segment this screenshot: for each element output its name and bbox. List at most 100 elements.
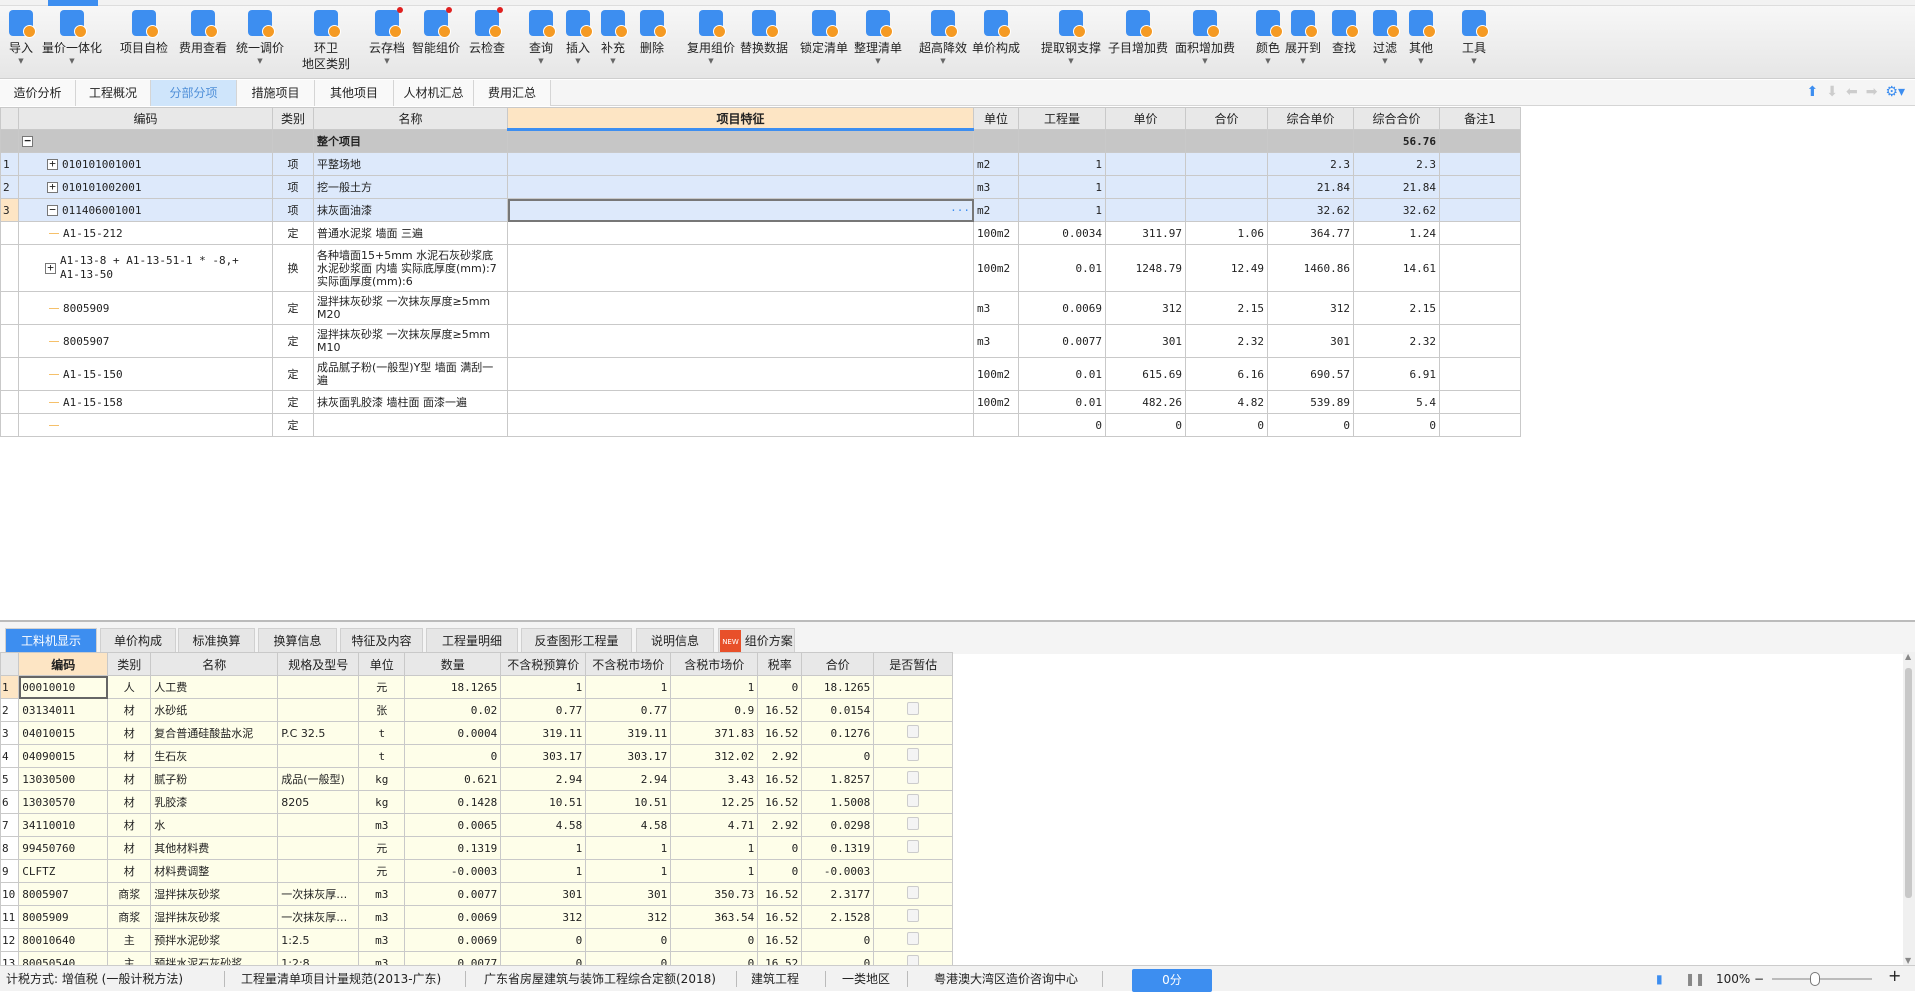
- code-cell[interactable]: 8005907: [18, 324, 273, 358]
- cell[interactable]: 0: [757, 836, 803, 860]
- cprice-cell[interactable]: 2.3: [1267, 152, 1354, 176]
- toolbar-button[interactable]: 项目自检: [120, 10, 168, 56]
- toolbar-button[interactable]: 子目增加费: [1108, 10, 1168, 56]
- cell[interactable]: 湿拌抹灰砂浆: [150, 882, 279, 906]
- cell[interactable]: m3: [358, 928, 406, 952]
- cell[interactable]: 商浆: [107, 905, 152, 929]
- cell[interactable]: 湿拌抹灰砂浆: [150, 905, 279, 929]
- feature-cell[interactable]: [507, 221, 974, 245]
- cell[interactable]: 350.73: [670, 882, 759, 906]
- name-cell[interactable]: [313, 413, 508, 437]
- cell[interactable]: 4.58: [585, 813, 672, 837]
- remark-cell[interactable]: [1439, 390, 1521, 414]
- cell[interactable]: 1:2.5: [277, 928, 360, 952]
- toolbar-button[interactable]: 查询 ▼: [528, 10, 556, 66]
- cell[interactable]: 其他材料费: [150, 836, 279, 860]
- cprice-cell[interactable]: 0: [1267, 413, 1354, 437]
- cell[interactable]: 319.11: [500, 721, 587, 745]
- score-button[interactable]: 0分: [1132, 969, 1212, 992]
- cell[interactable]: 04010015: [18, 721, 109, 745]
- ctotal-cell[interactable]: 32.62: [1353, 198, 1440, 222]
- cell[interactable]: 材: [107, 859, 152, 883]
- toolbar-button[interactable]: 整理清单 ▼: [854, 10, 902, 66]
- cell[interactable]: 1: [670, 836, 759, 860]
- column-header[interactable]: 类别: [107, 652, 152, 676]
- table-row[interactable]: A1-15-158 定抹灰面乳胶漆 墙柱面 面漆一遍 100m2 0.01 482.26…: [0, 390, 1521, 414]
- unit-cell[interactable]: [973, 413, 1019, 437]
- cell[interactable]: 乳胶漆: [150, 790, 279, 814]
- code-cell[interactable]: [18, 413, 273, 437]
- cell[interactable]: 34110010: [18, 813, 109, 837]
- provisional-cell[interactable]: [873, 675, 954, 699]
- cell[interactable]: 0.77: [585, 698, 672, 722]
- cell[interactable]: 预拌水泥砂浆: [150, 928, 279, 952]
- move-down-icon[interactable]: ⬇: [1826, 84, 1838, 100]
- name-cell[interactable]: 湿拌抹灰砂浆 一次抹灰厚度≥5mm M10: [313, 324, 508, 358]
- cell[interactable]: 4.71: [670, 813, 759, 837]
- cell[interactable]: 0: [585, 928, 672, 952]
- column-header[interactable]: 名称: [150, 652, 279, 676]
- ctotal-cell[interactable]: 2.32: [1353, 324, 1440, 358]
- detail-tab-8[interactable]: NEW 组价方案: [718, 628, 795, 654]
- project-type[interactable]: 建筑工程: [751, 971, 799, 987]
- ctotal-cell[interactable]: 56.76: [1353, 129, 1440, 153]
- cell[interactable]: 16.52: [757, 905, 803, 929]
- qty-cell[interactable]: [1018, 129, 1106, 153]
- cell[interactable]: 16.52: [757, 790, 803, 814]
- cell[interactable]: 1: [500, 859, 587, 883]
- remark-cell[interactable]: [1439, 357, 1521, 391]
- zoom-out-icon[interactable]: −: [1754, 971, 1764, 987]
- kind-cell[interactable]: 定: [272, 324, 314, 358]
- table-row[interactable]: 9 CLFTZ 材材料费调整元 -0.0003 1 1 1 0 -0.0003: [0, 859, 954, 883]
- total-cell[interactable]: [1185, 175, 1268, 199]
- cell[interactable]: 2.94: [585, 767, 672, 791]
- ctotal-cell[interactable]: 2.15: [1353, 291, 1440, 325]
- column-header[interactable]: 编码: [18, 107, 273, 130]
- cell[interactable]: 0.1319: [801, 836, 875, 860]
- cell[interactable]: 16.52: [757, 698, 803, 722]
- cell[interactable]: 312: [500, 905, 587, 929]
- cell[interactable]: 0.0065: [404, 813, 502, 837]
- provisional-checkbox[interactable]: [907, 909, 920, 922]
- toolbar-button[interactable]: 面积增加费 ▼: [1175, 10, 1235, 66]
- provisional-checkbox[interactable]: [907, 794, 920, 807]
- code-cell[interactable]: A1-15-158: [18, 390, 273, 414]
- toolbar-button[interactable]: 云检查: [469, 7, 505, 56]
- table-row[interactable]: 3−011406001001 项抹灰面油漆 ··· m2 1 32.62 32.62: [0, 198, 1521, 222]
- cell[interactable]: [277, 836, 360, 860]
- table-row[interactable]: 定00000: [0, 413, 1521, 437]
- cell[interactable]: 16.52: [757, 721, 803, 745]
- toolbar-button[interactable]: 量价一体化 ▼: [42, 10, 102, 66]
- cell[interactable]: 1: [585, 836, 672, 860]
- price-cell[interactable]: 615.69: [1105, 357, 1186, 391]
- cell[interactable]: 2.92: [757, 744, 803, 768]
- dropdown-arrow-icon[interactable]: ▼: [538, 56, 543, 66]
- provisional-cell[interactable]: [873, 767, 954, 791]
- tab-4[interactable]: 其他项目: [315, 80, 394, 106]
- cell[interactable]: 80010640: [18, 928, 109, 952]
- column-settings-icon[interactable]: ⚙▾: [1885, 84, 1905, 100]
- remark-cell[interactable]: [1439, 175, 1521, 199]
- remark-cell[interactable]: [1439, 244, 1521, 292]
- toolbar-button[interactable]: 单价构成: [972, 10, 1020, 56]
- table-row[interactable]: 10 8005907 商浆 湿拌抹灰砂浆 一次抹灰厚… m3 0.0077 301 301 350…: [0, 882, 954, 906]
- cell[interactable]: [277, 859, 360, 883]
- cell[interactable]: 生石灰: [150, 744, 279, 768]
- name-cell[interactable]: 湿拌抹灰砂浆 一次抹灰厚度≥5mm M20: [313, 291, 508, 325]
- column-header[interactable]: 合价: [801, 652, 875, 676]
- cprice-cell[interactable]: 364.77: [1267, 221, 1354, 245]
- cell[interactable]: 0: [500, 928, 587, 952]
- remark-cell[interactable]: [1439, 198, 1521, 222]
- cell[interactable]: 元: [358, 675, 406, 699]
- ctotal-cell[interactable]: 6.91: [1353, 357, 1440, 391]
- table-row[interactable]: 5 13030500 材腻子粉 成品(一般型) kg 0.621 2.94 2.94 3.43 1…: [0, 767, 954, 791]
- cell[interactable]: 0: [404, 744, 502, 768]
- dropdown-arrow-icon[interactable]: ▼: [940, 56, 945, 66]
- cell[interactable]: 3.43: [670, 767, 759, 791]
- column-header[interactable]: 税率: [757, 652, 803, 676]
- table-row[interactable]: 11 8005909 商浆 湿拌抹灰砂浆 一次抹灰厚… m3 0.0069 312 312 363…: [0, 905, 954, 929]
- total-cell[interactable]: 1.06: [1185, 221, 1268, 245]
- consult-center[interactable]: 粤港澳大湾区造价咨询中心: [934, 971, 1078, 987]
- cprice-cell[interactable]: 301: [1267, 324, 1354, 358]
- detail-tab-2[interactable]: 标准换算: [178, 628, 255, 652]
